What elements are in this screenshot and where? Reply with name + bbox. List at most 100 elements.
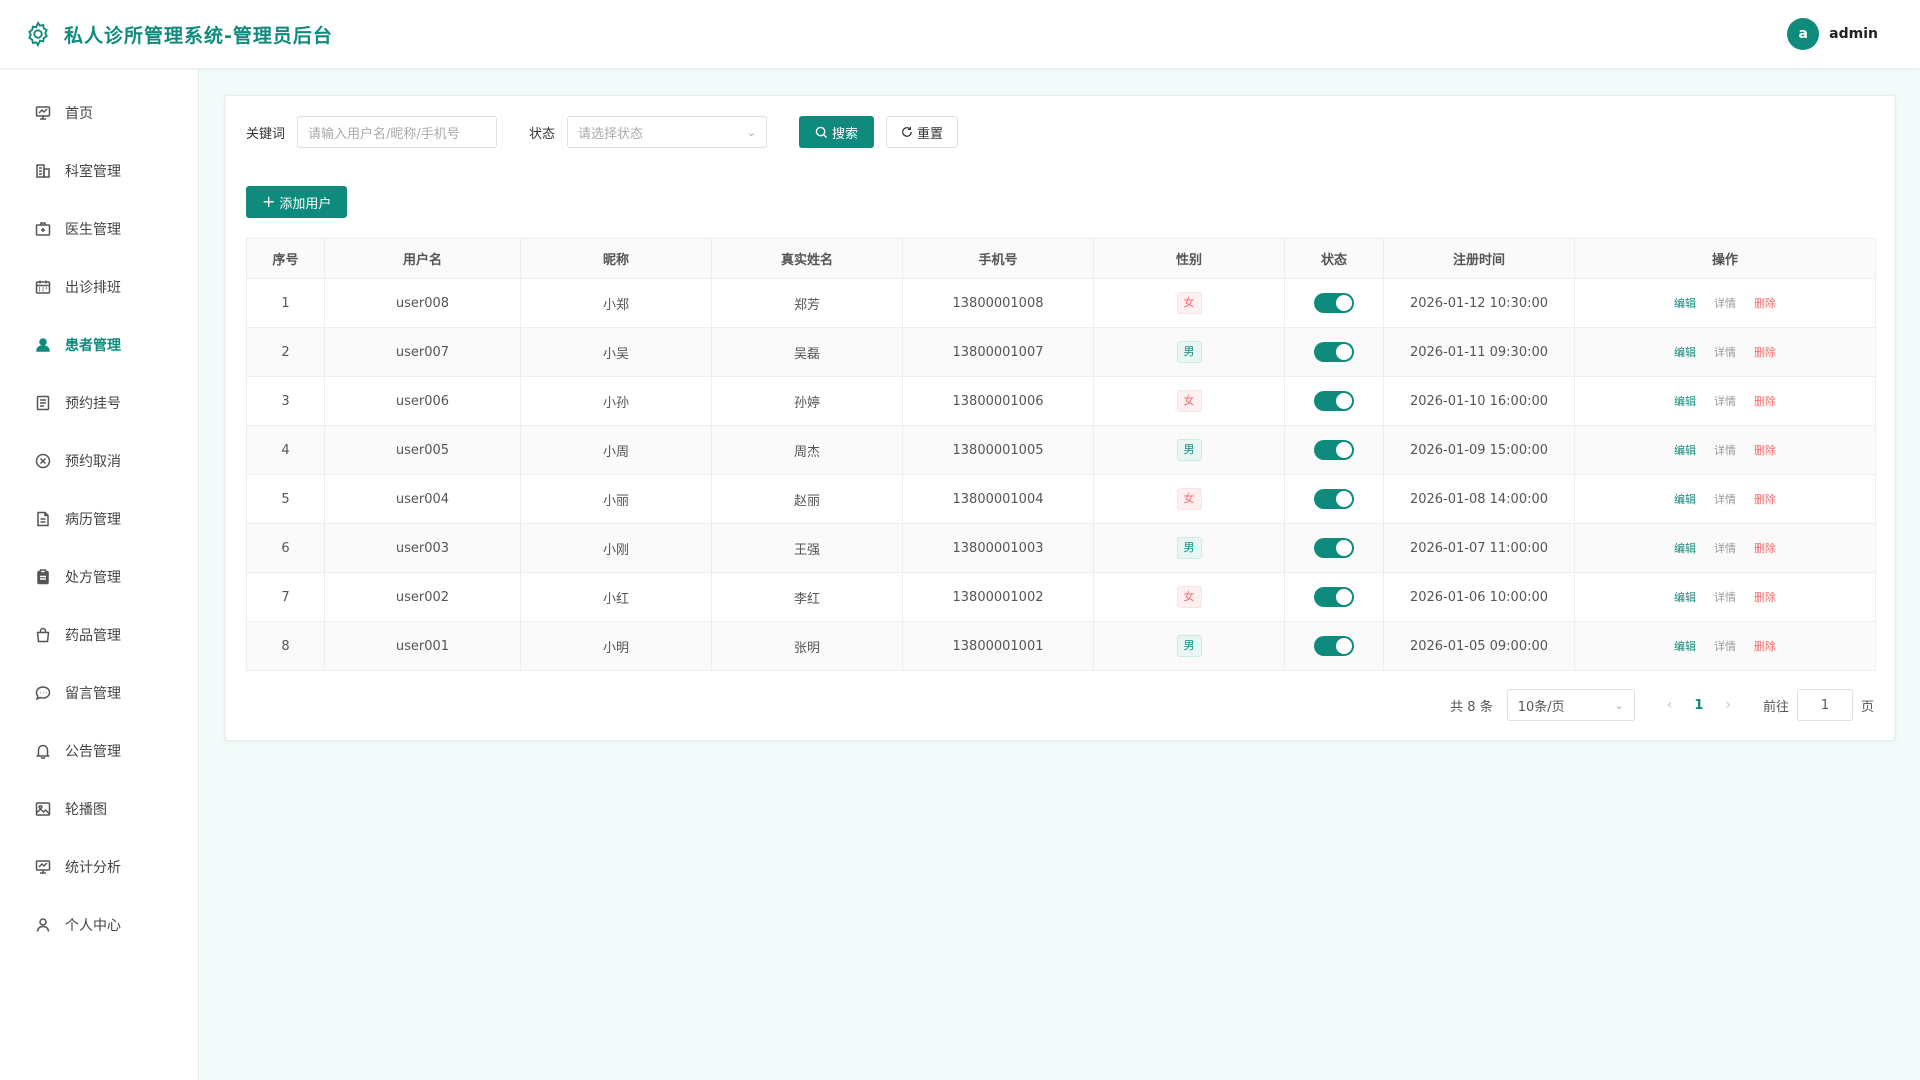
refresh-icon [902,126,912,137]
sidebar-item-records[interactable]: 病历管理 [0,490,198,548]
cell-gender: 女 [1093,278,1285,328]
plus-icon: + [262,192,276,211]
keyword-input[interactable]: 请输入用户名/昵称/手机号 [297,116,498,148]
delete-button[interactable]: 删除 [1754,346,1776,359]
sidebar-item-carousel[interactable]: 轮播图 [0,780,198,838]
delete-button[interactable]: 删除 [1754,542,1776,555]
keyword-placeholder: 请输入用户名/昵称/手机号 [308,126,460,142]
cell-nickname: 小明 [520,621,712,671]
delete-button[interactable]: 删除 [1754,395,1776,408]
sidebar-item-label: 出诊排班 [65,280,121,296]
calendar-icon [35,280,51,294]
detail-button[interactable]: 详情 [1714,395,1736,408]
col-phone: 手机号 [902,238,1094,279]
sidebar-item-doctors[interactable]: 医生管理 [0,200,198,258]
sidebar-item-departments[interactable]: 科室管理 [0,142,198,200]
page-size-select[interactable]: 10条/页 ⌄ [1506,689,1635,721]
status-toggle[interactable] [1314,440,1354,460]
keyword-label: 关键词 [246,126,286,142]
detail-button[interactable]: 详情 [1714,297,1736,310]
sidebar-item-appointments[interactable]: 预约挂号 [0,374,198,432]
cell-status [1284,572,1384,622]
sidebar-item-label: 科室管理 [65,164,121,180]
status-toggle[interactable] [1314,489,1354,509]
edit-button[interactable]: 编辑 [1674,395,1696,408]
next-page-icon[interactable]: › [1725,697,1731,713]
edit-button[interactable]: 编辑 [1674,346,1696,359]
delete-button[interactable]: 删除 [1754,591,1776,604]
status-placeholder: 请选择状态 [578,126,644,142]
sidebar-item-label: 预约取消 [65,454,121,470]
edit-button[interactable]: 编辑 [1674,591,1696,604]
cell-username: user003 [324,523,521,573]
edit-button[interactable]: 编辑 [1674,444,1696,457]
table-row: 7 user002 小红 李红 13800001002 女 2026-01-06 10:00… [246,572,1876,622]
delete-button[interactable]: 删除 [1754,493,1776,506]
page-number[interactable]: 1 [1694,698,1703,713]
cell-actions: 编辑 详情 删除 [1574,376,1876,426]
username[interactable]: admin [1829,26,1878,42]
status-toggle[interactable] [1314,293,1354,313]
cell-index: 5 [246,474,325,524]
sidebar-item-prescriptions[interactable]: 处方管理 [0,548,198,606]
prev-page-icon[interactable]: ‹ [1667,697,1673,713]
search-icon [815,126,828,138]
goto-label: 前往 [1762,699,1789,715]
sidebar-item-schedule[interactable]: 出诊排班 [0,258,198,316]
sidebar-item-label: 个人中心 [65,918,121,934]
avatar[interactable]: a [1787,18,1820,50]
cell-status [1284,278,1384,328]
edit-button[interactable]: 编辑 [1674,542,1696,555]
delete-button[interactable]: 删除 [1754,297,1776,310]
status-toggle[interactable] [1314,636,1354,656]
edit-button[interactable]: 编辑 [1674,297,1696,310]
gender-tag: 男 [1176,439,1202,461]
edit-button[interactable]: 编辑 [1674,640,1696,653]
add-user-label: 添加用户 [279,196,332,212]
sidebar-item-label: 药品管理 [65,628,121,644]
sidebar-item-profile[interactable]: 个人中心 [0,896,198,954]
detail-button[interactable]: 详情 [1714,542,1736,555]
sidebar-item-patients[interactable]: 患者管理 [0,316,198,374]
detail-button[interactable]: 详情 [1714,444,1736,457]
sidebar-item-label: 医生管理 [65,222,121,238]
cell-actions: 编辑 详情 删除 [1574,474,1876,524]
status-toggle[interactable] [1314,342,1354,362]
goto-page-input[interactable]: 1 [1796,689,1853,721]
pagination: 共 8 条 10条/页 ⌄ ‹ 1 › 前往 1 页 [1450,689,1874,721]
sidebar-item-home[interactable]: 首页 [0,84,198,142]
reset-button[interactable]: 重置 [886,116,959,148]
gender-tag: 女 [1176,586,1202,608]
col-nickname: 昵称 [520,238,712,279]
user-menu[interactable]: a admin [1787,18,1878,50]
search-label: 搜索 [832,125,859,141]
sidebar-item-cancellations[interactable]: 预约取消 [0,432,198,490]
detail-button[interactable]: 详情 [1714,493,1736,506]
table-header-row: 序号 用户名 昵称 真实姓名 手机号 性别 状态 注册时间 操作 [246,238,1876,279]
detail-button[interactable]: 详情 [1714,591,1736,604]
cell-status [1284,523,1384,573]
delete-button[interactable]: 删除 [1754,444,1776,457]
status-toggle[interactable] [1314,391,1354,411]
detail-button[interactable]: 详情 [1714,346,1736,359]
goto-value: 1 [1820,697,1830,713]
status-toggle[interactable] [1314,538,1354,558]
detail-button[interactable]: 详情 [1714,640,1736,653]
cell-register-time: 2026-01-10 16:00:00 [1383,376,1575,426]
chevron-down-icon: ⌄ [1614,698,1624,712]
edit-button[interactable]: 编辑 [1674,493,1696,506]
sidebar-item-announcements[interactable]: 公告管理 [0,722,198,780]
person-icon [36,918,50,932]
sidebar: 首页 科室管理 医生管理 出诊排班 患者管理 预约挂号 预约取消 病历管理 处方… [0,70,199,1080]
sidebar-item-statistics[interactable]: 统计分析 [0,838,198,896]
sidebar-item-label: 留言管理 [65,686,121,702]
status-toggle[interactable] [1314,587,1354,607]
sidebar-item-medicines[interactable]: 药品管理 [0,606,198,664]
sidebar-item-messages[interactable]: 留言管理 [0,664,198,722]
cell-username: user002 [324,572,521,622]
add-user-button[interactable]: + 添加用户 [246,186,348,218]
status-select[interactable]: 请选择状态 ⌄ [567,116,768,148]
search-button[interactable]: 搜索 [799,116,875,148]
delete-button[interactable]: 删除 [1754,640,1776,653]
table-row: 8 user001 小明 张明 13800001001 男 2026-01-05 09:00… [246,621,1876,671]
